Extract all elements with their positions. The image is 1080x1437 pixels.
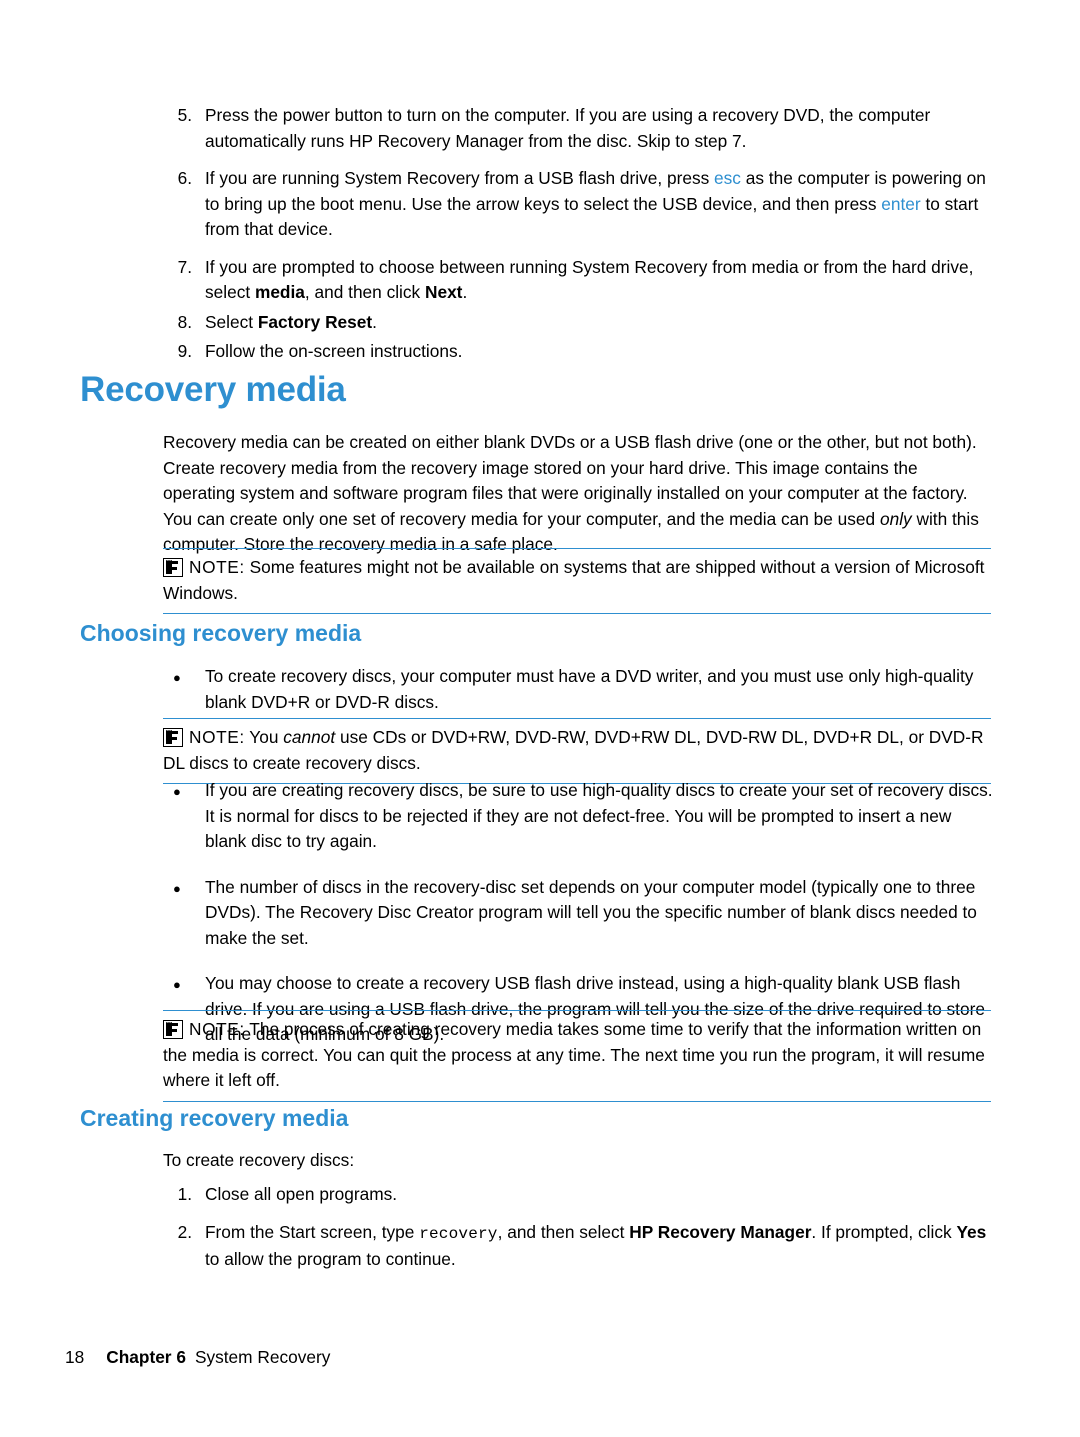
step-top-item-number: 9. bbox=[177, 341, 192, 361]
intro-text: Recovery media can be created on either … bbox=[163, 432, 977, 529]
numbered-steps-top: 5. Press the power button to turn on the … bbox=[163, 103, 993, 377]
page-heading-recovery-media: Recovery media bbox=[80, 370, 346, 409]
step-top-item-body: Follow the on-screen instructions. bbox=[205, 339, 993, 365]
step-bottom-text: Close all open programs. bbox=[205, 1184, 398, 1204]
step-top-item-number: 7. bbox=[177, 256, 192, 277]
section-heading-choosing-recovery-media: Choosing recovery media bbox=[80, 620, 362, 646]
to-create-discs-line: To create recovery discs: bbox=[163, 1150, 355, 1170]
note2-italic: cannot bbox=[283, 727, 336, 747]
step-top-keyword: esc bbox=[714, 168, 741, 188]
step-top-text: Follow the on-screen instructions. bbox=[205, 341, 463, 361]
step-top-item: 7. If you are prompted to choose between … bbox=[163, 255, 993, 306]
step-top-emphasis: media bbox=[254, 282, 305, 302]
step-bottom-text: , and then select bbox=[497, 1221, 630, 1242]
step-top-text: . bbox=[462, 282, 468, 302]
step-top-item-body: Select Factory Reset. bbox=[205, 310, 993, 336]
choosing-bullet-text: If you are creating recovery discs, be s… bbox=[205, 780, 993, 851]
section-heading-creating-recovery-media: Creating recovery media bbox=[80, 1105, 349, 1131]
choosing-bullet-item-body: To create recovery discs, your computer … bbox=[205, 664, 993, 715]
step-top-emphasis: Next bbox=[424, 282, 463, 302]
step-top-item: 5. Press the power button to turn on the … bbox=[163, 103, 993, 154]
choosing-bullet-item: ● To create recovery discs, your computer… bbox=[163, 664, 993, 715]
step-top-emphasis: Factory Reset bbox=[257, 311, 373, 332]
step-bottom-text: to allow the program to continue. bbox=[205, 1249, 456, 1269]
choosing-bullet-text: To create recovery discs, your computer … bbox=[205, 666, 974, 712]
choosing-bullet-text: The number of discs in the recovery-disc… bbox=[205, 876, 977, 948]
note-icon bbox=[163, 728, 183, 747]
step-top-item: 8. Select Factory Reset. bbox=[163, 310, 993, 336]
step-bottom-item-number: 1. bbox=[177, 1184, 192, 1204]
footer-page-number: 18 bbox=[65, 1347, 85, 1367]
step-bottom-item: 2. From the Start screen, type recovery, … bbox=[163, 1220, 993, 1273]
step-top-text: Press the power button to turn on the co… bbox=[205, 105, 931, 151]
intro-italic: only bbox=[879, 508, 912, 529]
bullet-glyph-icon: ● bbox=[173, 880, 181, 896]
step-top-text: , and then click bbox=[304, 282, 425, 302]
note-box-2: NOTE: You cannot use CDs or DVD+RW, DVD-… bbox=[163, 718, 991, 784]
step-bottom-emphasis: Yes bbox=[956, 1221, 987, 1242]
step-bottom-code: recovery bbox=[419, 1224, 498, 1243]
footer-chapter-label: Chapter 6 bbox=[106, 1347, 186, 1367]
step-bottom-text: From the Start screen, type bbox=[205, 1221, 420, 1242]
step-bottom-emphasis: HP Recovery Manager bbox=[629, 1221, 812, 1242]
note-icon bbox=[163, 1020, 183, 1039]
step-top-text: If you are running System Recovery from … bbox=[205, 168, 715, 188]
step-top-item-number: 8. bbox=[177, 311, 192, 332]
step-bottom-item-body: From the Start screen, type recovery, an… bbox=[205, 1220, 993, 1273]
step-top-item-body: Press the power button to turn on the co… bbox=[205, 103, 993, 154]
bullet-glyph-icon: ● bbox=[173, 670, 181, 685]
choosing-bullet-item: ● If you are creating recovery discs, be … bbox=[163, 778, 993, 855]
note3-text: The process of creating recovery media t… bbox=[163, 1019, 985, 1090]
note-box-1: NOTE: Some features might not be availab… bbox=[163, 548, 991, 614]
step-top-item: 9. Follow the on-screen instructions. bbox=[163, 339, 993, 365]
choosing-bullet-item-body: If you are creating recovery discs, be s… bbox=[205, 778, 993, 855]
note-icon bbox=[163, 558, 183, 577]
note2-text: You bbox=[244, 727, 284, 747]
step-top-item-number: 5. bbox=[177, 105, 192, 125]
choosing-bullet-item: ● The number of discs in the recovery-dis… bbox=[163, 875, 993, 952]
step-top-keyword: enter bbox=[881, 193, 921, 214]
note-box-3: NOTE: The process of creating recovery m… bbox=[163, 1010, 991, 1102]
step-top-item-body: If you are prompted to choose between ru… bbox=[205, 255, 993, 306]
step-bottom-text: . If prompted, click bbox=[811, 1221, 957, 1242]
step-top-item-body: If you are running System Recovery from … bbox=[205, 166, 993, 243]
note-text-2: You cannot use CDs or DVD+RW, DVD-RW, DV… bbox=[163, 727, 983, 773]
step-bottom-item-body: Close all open programs. bbox=[205, 1182, 993, 1208]
page-footer: 18 Chapter 6 System Recovery bbox=[65, 1347, 330, 1368]
step-top-text: . bbox=[372, 311, 377, 332]
note1-text: Some features might not be available on … bbox=[163, 557, 985, 603]
intro-paragraph: Recovery media can be created on either … bbox=[163, 430, 993, 558]
footer-chapter-title: System Recovery bbox=[194, 1347, 331, 1367]
note-label-3: NOTE: bbox=[189, 1019, 245, 1039]
bullet-glyph-icon: ● bbox=[173, 784, 181, 799]
document-page: 5. Press the power button to turn on the … bbox=[0, 0, 1080, 1437]
note-text-1: Some features might not be available on … bbox=[163, 557, 984, 603]
step-top-text: Select bbox=[205, 311, 258, 332]
step-bottom-item-number: 2. bbox=[177, 1221, 192, 1242]
step-top-item-number: 6. bbox=[177, 168, 192, 188]
step-top-item: 6. If you are running System Recovery fro… bbox=[163, 166, 993, 243]
numbered-steps-bottom: 1. Close all open programs. 2. From the Sta… bbox=[163, 1182, 993, 1285]
step-bottom-item: 1. Close all open programs. bbox=[163, 1182, 993, 1208]
choosing-bullet-item-body: The number of discs in the recovery-disc… bbox=[205, 875, 993, 952]
note-label-1: NOTE: bbox=[189, 557, 245, 577]
note-text-3: The process of creating recovery media t… bbox=[163, 1019, 985, 1090]
note-label-2: NOTE: bbox=[189, 727, 245, 747]
